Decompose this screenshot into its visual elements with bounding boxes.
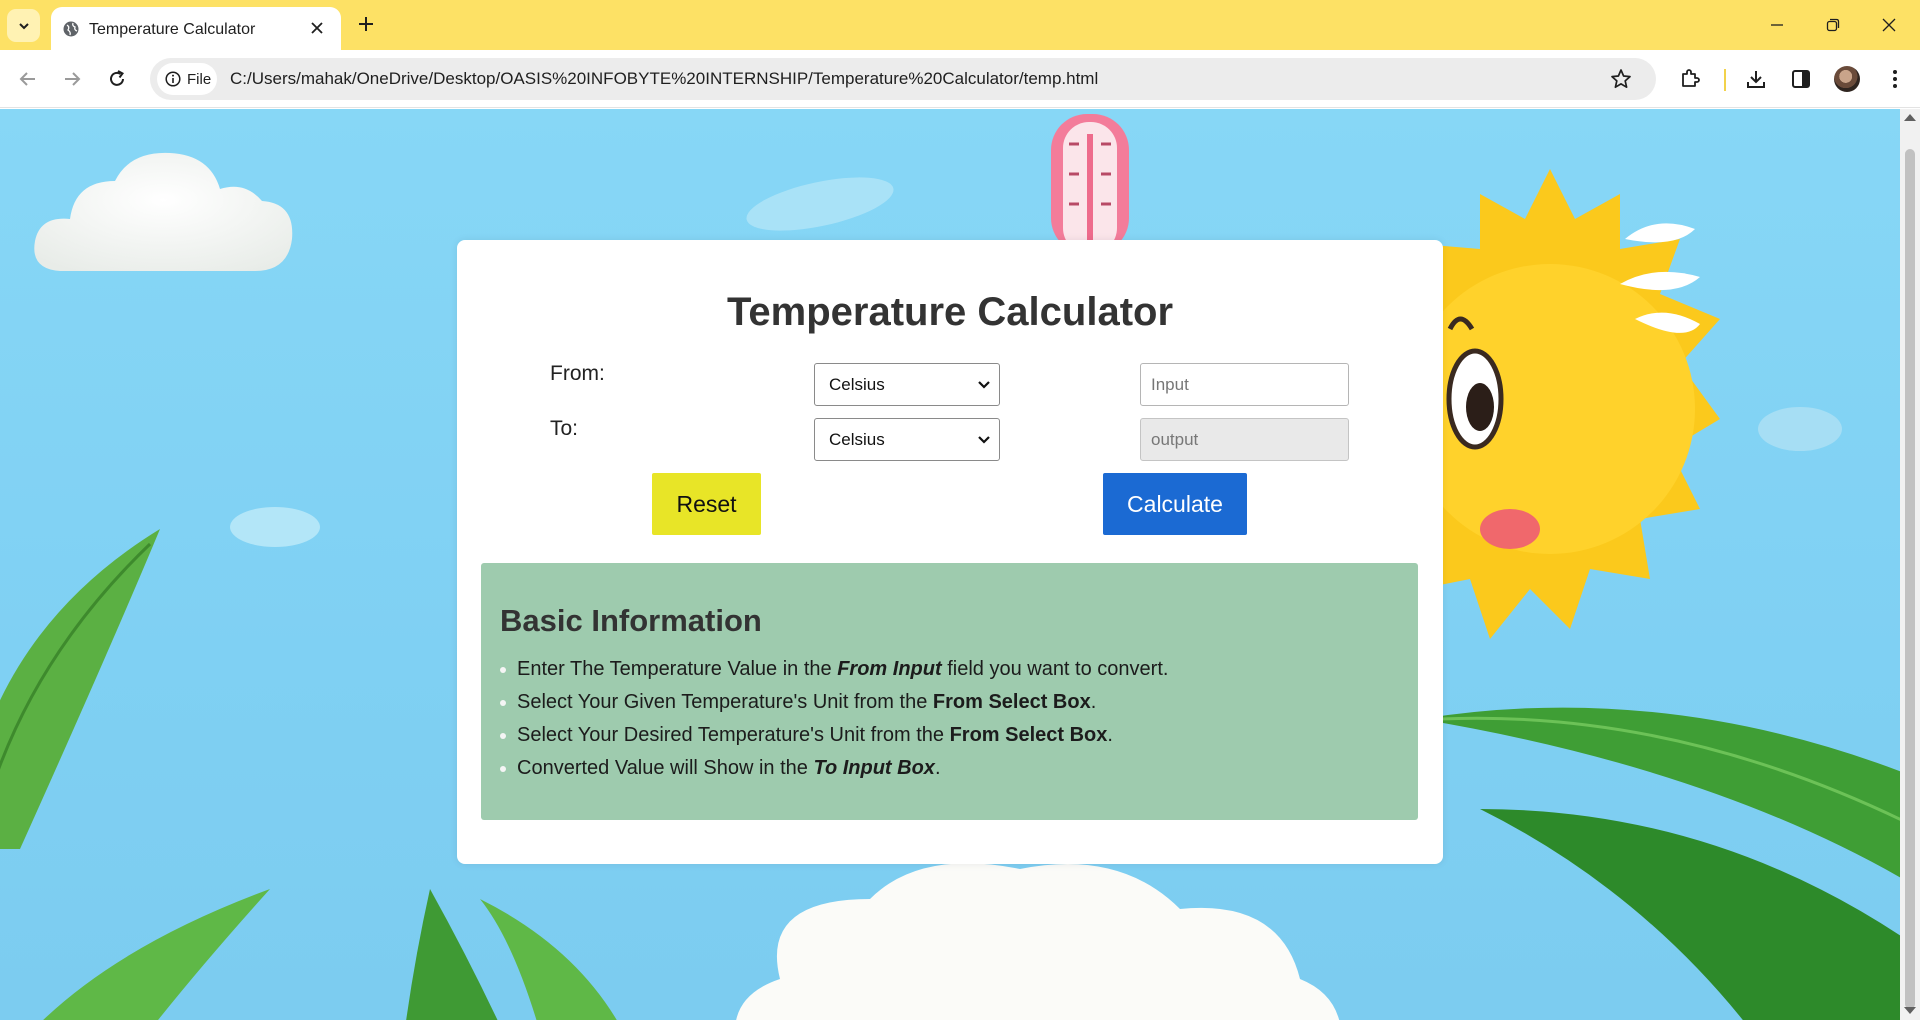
address-bar[interactable]: File C:/Users/mahak/OneDrive/Desktop/OAS… <box>150 58 1656 100</box>
leaf-illustration <box>0 529 160 849</box>
forward-icon[interactable] <box>57 64 87 94</box>
list-item: Converted Value will Show in the To Inpu… <box>500 756 1168 789</box>
star-icon[interactable] <box>1610 68 1632 90</box>
minimize-icon[interactable] <box>1764 12 1790 38</box>
list-item: Select Your Given Temperature's Unit fro… <box>500 690 1168 723</box>
back-icon[interactable] <box>13 64 43 94</box>
cloud-illustration <box>1758 407 1842 451</box>
site-info-label: File <box>187 70 212 88</box>
profile-avatar[interactable] <box>1834 66 1860 92</box>
scroll-up-arrow[interactable] <box>1904 114 1916 121</box>
restore-icon[interactable] <box>1820 12 1846 38</box>
from-input[interactable] <box>1140 363 1349 406</box>
chevron-down-icon <box>978 436 990 444</box>
scroll-down-arrow[interactable] <box>1904 1007 1916 1014</box>
to-unit-value: Celsius <box>829 429 885 449</box>
download-icon[interactable] <box>1742 65 1770 93</box>
calculate-button[interactable]: Calculate <box>1103 473 1247 535</box>
scrollbar-thumb[interactable] <box>1905 149 1915 1009</box>
emphasis-text: To Input Box <box>813 757 935 779</box>
list-item: Select Your Desired Temperature's Unit f… <box>500 723 1168 756</box>
leaf-illustration <box>43 889 617 1020</box>
leaf-illustration <box>1420 707 1900 1020</box>
info-panel: Basic Information Enter The Temperature … <box>481 563 1418 820</box>
calculator-card: Temperature Calculator From: Celsius To:… <box>457 240 1443 864</box>
cloud-illustration <box>230 507 320 547</box>
info-title: Basic Information <box>500 603 762 638</box>
from-label: From: <box>550 362 605 385</box>
globe-icon <box>63 21 79 37</box>
list-item: Enter The Temperature Value in the From … <box>500 657 1168 690</box>
to-label: To: <box>550 417 579 440</box>
extensions-icon[interactable] <box>1676 65 1704 93</box>
emphasis-text: From Select Box <box>949 724 1108 746</box>
info-list: Enter The Temperature Value in the From … <box>500 657 1168 789</box>
side-panel-icon[interactable] <box>1787 65 1815 93</box>
url-text[interactable]: C:/Users/mahak/OneDrive/Desktop/OASIS%20… <box>230 69 1098 89</box>
info-icon <box>165 71 181 87</box>
page-scrollbar[interactable] <box>1900 109 1920 1020</box>
to-unit-select[interactable]: Celsius <box>814 418 1000 461</box>
toolbar-separator <box>1724 69 1726 91</box>
reload-icon[interactable] <box>102 64 132 94</box>
thermometer-illustration <box>1051 114 1129 254</box>
tab-search-button[interactable] <box>7 9 40 42</box>
from-unit-select[interactable]: Celsius <box>814 363 1000 406</box>
chevron-down-icon <box>978 381 990 389</box>
window-close-icon[interactable] <box>1876 12 1902 38</box>
from-unit-value: Celsius <box>829 374 885 394</box>
browser-toolbar: File C:/Users/mahak/OneDrive/Desktop/OAS… <box>0 50 1920 108</box>
cloud-illustration <box>736 863 1340 1020</box>
more-menu-icon[interactable] <box>1881 65 1909 93</box>
chevron-down-icon <box>18 22 29 29</box>
close-icon[interactable] <box>307 18 327 38</box>
site-info-chip[interactable]: File <box>157 63 217 95</box>
browser-tab-bar: Temperature Calculator <box>0 0 1920 50</box>
reset-button[interactable]: Reset <box>652 473 761 535</box>
plus-icon[interactable] <box>354 12 378 36</box>
to-output[interactable] <box>1140 418 1349 461</box>
emphasis-text: From Select Box <box>932 691 1091 713</box>
cloud-illustration <box>746 177 894 231</box>
cloud-illustration <box>34 152 293 271</box>
sweat-drops-illustration <box>1620 223 1700 333</box>
browser-tab[interactable]: Temperature Calculator <box>51 7 341 50</box>
emphasis-text: From Input <box>837 658 942 680</box>
page-viewport: Temperature Calculator From: Celsius To:… <box>0 109 1900 1020</box>
tab-title: Temperature Calculator <box>89 21 256 38</box>
page-title: Temperature Calculator <box>726 290 1174 334</box>
